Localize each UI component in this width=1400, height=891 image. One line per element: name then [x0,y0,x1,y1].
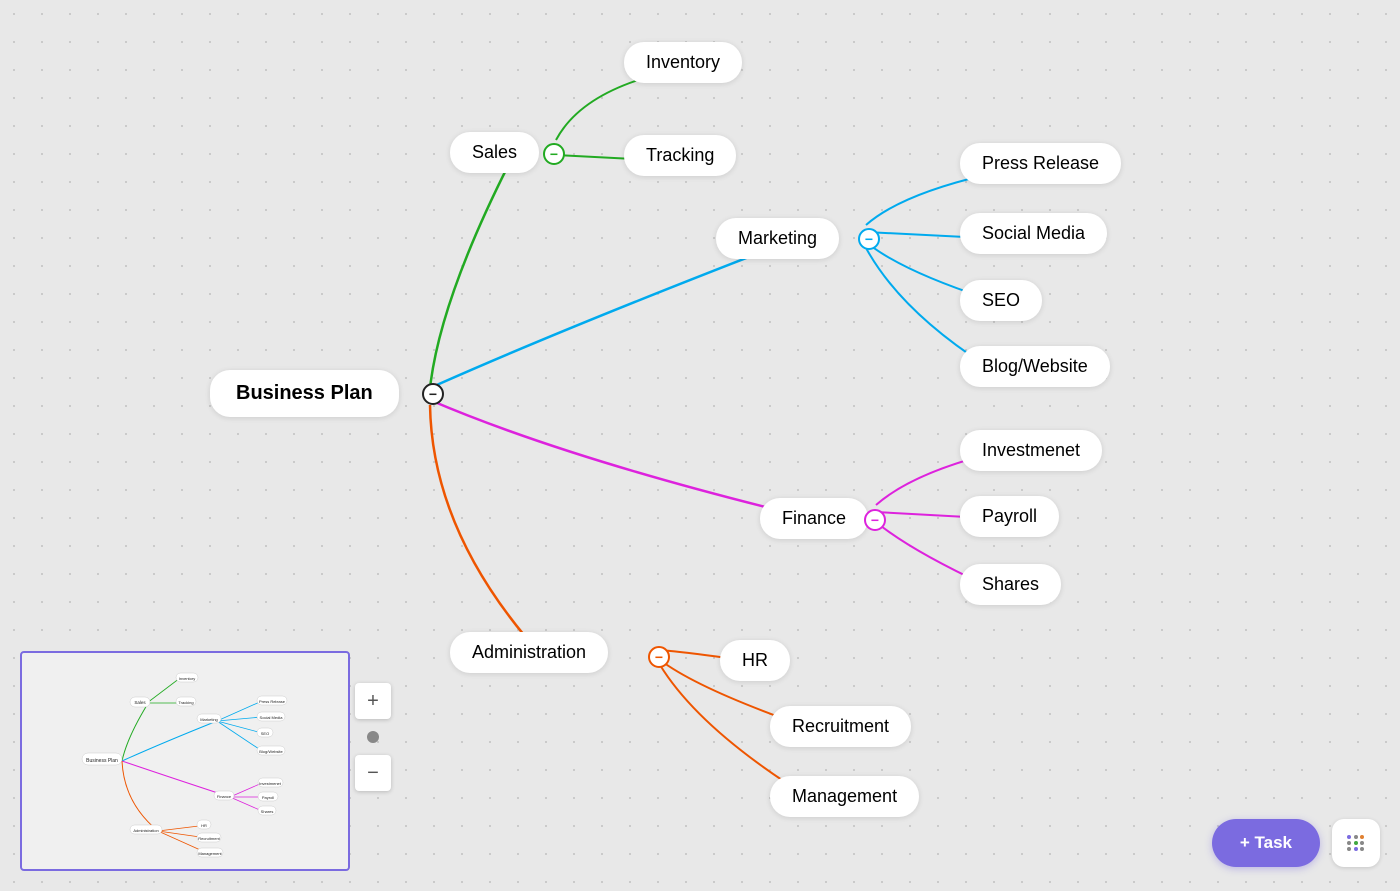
inventory-node[interactable]: Inventory [624,42,742,83]
svg-text:HR: HR [201,823,207,828]
svg-text:Social Media: Social Media [260,715,284,720]
administration-collapse[interactable]: − [648,646,670,668]
sales-collapse[interactable]: − [543,143,565,165]
svg-text:Administration: Administration [133,828,158,833]
svg-text:Investmenet: Investmenet [259,781,282,786]
management-node[interactable]: Management [770,776,919,817]
grid-dot-4 [1347,841,1351,845]
svg-text:Business Plan: Business Plan [86,758,118,764]
svg-text:Blog/Website: Blog/Website [259,749,283,754]
finance-node[interactable]: Finance [760,498,868,539]
payroll-node[interactable]: Payroll [960,496,1059,537]
business-plan-collapse[interactable]: − [422,383,444,405]
administration-node[interactable]: Administration [450,632,608,673]
blog-website-node[interactable]: Blog/Website [960,346,1110,387]
svg-text:Recruitment: Recruitment [198,836,220,841]
minimap: Business Plan Sales Inventory Tracking M… [20,651,350,871]
seo-node[interactable]: SEO [960,280,1042,321]
grid-dot-6 [1360,841,1364,845]
grid-dot-9 [1360,847,1364,851]
grid-dot-7 [1347,847,1351,851]
svg-text:Tracking: Tracking [178,700,193,705]
finance-collapse[interactable]: − [864,509,886,531]
zoom-indicator [367,731,379,743]
tracking-node[interactable]: Tracking [624,135,736,176]
sales-node[interactable]: Sales [450,132,539,173]
recruitment-node[interactable]: Recruitment [770,706,911,747]
business-plan-node[interactable]: Business Plan [210,370,399,417]
grid-dot-8 [1354,847,1358,851]
svg-text:SEO: SEO [261,731,269,736]
marketing-node[interactable]: Marketing [716,218,839,259]
grid-dot-1 [1347,835,1351,839]
svg-text:Sales: Sales [134,700,146,705]
svg-text:Marketing: Marketing [200,717,218,722]
hr-node[interactable]: HR [720,640,790,681]
svg-text:Payroll: Payroll [262,795,274,800]
add-task-button[interactable]: + Task [1212,819,1320,867]
grid-dot-5 [1354,841,1358,845]
svg-text:Finance: Finance [217,794,232,799]
zoom-out-button[interactable]: − [355,755,391,791]
minimap-canvas: Business Plan Sales Inventory Tracking M… [22,653,348,869]
grid-dot-3 [1360,835,1364,839]
grid-dot-2 [1354,835,1358,839]
svg-text:Management: Management [198,851,222,856]
investmenet-node[interactable]: Investmenet [960,430,1102,471]
press-release-node[interactable]: Press Release [960,143,1121,184]
grid-icon [1347,835,1365,851]
zoom-controls: + − [355,683,391,791]
zoom-in-button[interactable]: + [355,683,391,719]
shares-node[interactable]: Shares [960,564,1061,605]
marketing-collapse[interactable]: − [858,228,880,250]
social-media-node[interactable]: Social Media [960,213,1107,254]
svg-text:Press Release: Press Release [259,699,286,704]
svg-text:Inventory: Inventory [179,676,195,681]
svg-text:Shares: Shares [261,809,274,814]
grid-view-button[interactable] [1332,819,1380,867]
